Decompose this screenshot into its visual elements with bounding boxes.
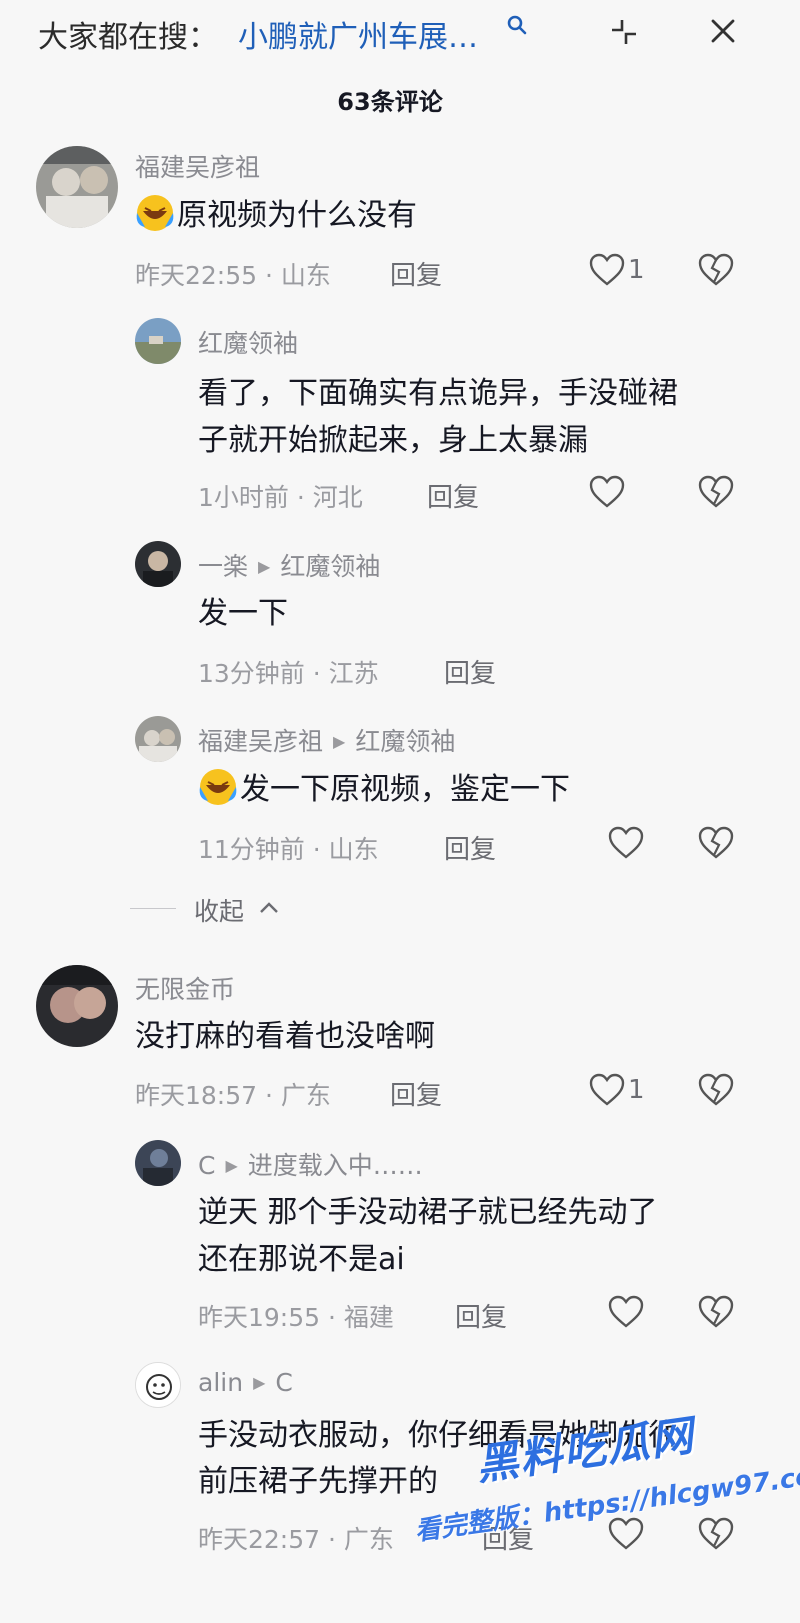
- heart-icon[interactable]: [588, 1073, 626, 1107]
- collapse-label: 收起: [194, 897, 245, 926]
- username[interactable]: 无限金币: [135, 970, 235, 1006]
- avatar[interactable]: [135, 541, 181, 587]
- time-location: 13分钟前 · 江苏: [198, 659, 379, 688]
- avatar[interactable]: [135, 1140, 181, 1186]
- laughing-crying-emoji-icon: [136, 195, 174, 231]
- close-icon[interactable]: [708, 16, 738, 46]
- broken-heart-icon[interactable]: [697, 825, 735, 861]
- search-prefix-label: 大家都在搜：: [38, 20, 218, 55]
- username-reply-chain[interactable]: alin ▶ C: [198, 1368, 293, 1397]
- heart-icon[interactable]: [607, 826, 645, 860]
- broken-heart-icon[interactable]: [697, 474, 735, 510]
- avatar[interactable]: [135, 716, 181, 762]
- comment-text-content: 原视频为什么没有: [177, 198, 417, 233]
- reply-button[interactable]: 回复: [444, 829, 496, 866]
- chevron-up-icon: [260, 902, 278, 913]
- avatar[interactable]: [135, 1362, 181, 1408]
- minimize-icon[interactable]: [608, 16, 640, 48]
- comment-text-line: 看了，下面确实有点诡异，手没碰裙: [198, 376, 678, 411]
- reply-arrow-icon: ▶: [333, 732, 346, 751]
- reply-to-username[interactable]: 进度载入中……: [248, 1151, 423, 1180]
- time-location: 1小时前 · 河北: [198, 483, 363, 512]
- username-reply-chain[interactable]: 福建吴彦祖 ▶ 红魔领袖: [198, 722, 455, 758]
- time-location: 昨天19:55 · 福建: [198, 1303, 394, 1332]
- username[interactable]: 一楽: [198, 552, 248, 581]
- reply-to-username[interactable]: 红魔领袖: [355, 727, 455, 756]
- comment-text-content: 发一下原视频，鉴定一下: [240, 772, 570, 807]
- like-count: 1: [628, 255, 645, 285]
- reply-arrow-icon: ▶: [258, 557, 271, 576]
- broken-heart-icon[interactable]: [697, 1072, 735, 1108]
- username[interactable]: C: [198, 1151, 215, 1180]
- reply-arrow-icon: ▶: [225, 1156, 238, 1175]
- comment-text: 没打麻的看着也没啥啊: [135, 1019, 435, 1054]
- reply-to-username[interactable]: 红魔领袖: [280, 552, 380, 581]
- search-icon[interactable]: [506, 14, 528, 36]
- avatar[interactable]: [36, 965, 118, 1047]
- time-location: 昨天22:57 · 广东: [198, 1525, 394, 1554]
- heart-icon[interactable]: [588, 475, 626, 509]
- divider-line: [130, 908, 176, 909]
- top-bar: 大家都在搜： 小鹏就广州车展…: [0, 0, 800, 70]
- watermark: 黑料吃瓜网 看完整版：https://hlcgw97.com: [413, 1378, 800, 1582]
- username-reply-chain[interactable]: C ▶ 进度载入中……: [198, 1146, 423, 1182]
- reply-to-username[interactable]: C: [275, 1368, 292, 1397]
- username-reply-chain[interactable]: 一楽 ▶ 红魔领袖: [198, 547, 380, 583]
- reply-button[interactable]: 回复: [444, 653, 496, 690]
- reply-button[interactable]: 回复: [455, 1297, 507, 1334]
- username[interactable]: 福建吴彦祖: [198, 727, 323, 756]
- reply-arrow-icon: ▶: [253, 1373, 266, 1392]
- heart-icon[interactable]: [588, 253, 626, 287]
- comment-text-line: 还在那说不是ai: [198, 1242, 405, 1277]
- comment-text-line: 逆天 那个手没动裙子就已经先动了: [198, 1195, 658, 1230]
- heart-icon[interactable]: [607, 1295, 645, 1329]
- comment-text: 发一下: [198, 596, 288, 631]
- time-location: 昨天22:55 · 山东: [135, 261, 331, 290]
- comment-text-line: 子就开始掀起来，身上太暴漏: [198, 423, 588, 458]
- reply-button[interactable]: 回复: [390, 1075, 442, 1112]
- time-location: 昨天18:57 · 广东: [135, 1081, 331, 1110]
- comment-text-line: 前压裙子先撑开的: [198, 1464, 438, 1499]
- comment-count-title: 63条评论: [337, 88, 443, 116]
- reply-button[interactable]: 回复: [390, 255, 442, 292]
- avatar[interactable]: [36, 146, 118, 228]
- username[interactable]: 福建吴彦祖: [135, 148, 260, 184]
- trending-search-link[interactable]: 小鹏就广州车展…: [238, 12, 478, 56]
- comment-text: 原视频为什么没有: [135, 192, 417, 239]
- laughing-crying-emoji-icon: [199, 769, 237, 805]
- time-location: 11分钟前 · 山东: [198, 835, 379, 864]
- reply-button[interactable]: 回复: [427, 477, 479, 514]
- comment-text: 发一下原视频，鉴定一下: [198, 766, 570, 813]
- username[interactable]: 红魔领袖: [198, 324, 298, 360]
- username[interactable]: alin: [198, 1368, 243, 1397]
- avatar[interactable]: [135, 318, 181, 364]
- broken-heart-icon[interactable]: [697, 1294, 735, 1330]
- broken-heart-icon[interactable]: [697, 252, 735, 288]
- like-count: 1: [628, 1075, 645, 1105]
